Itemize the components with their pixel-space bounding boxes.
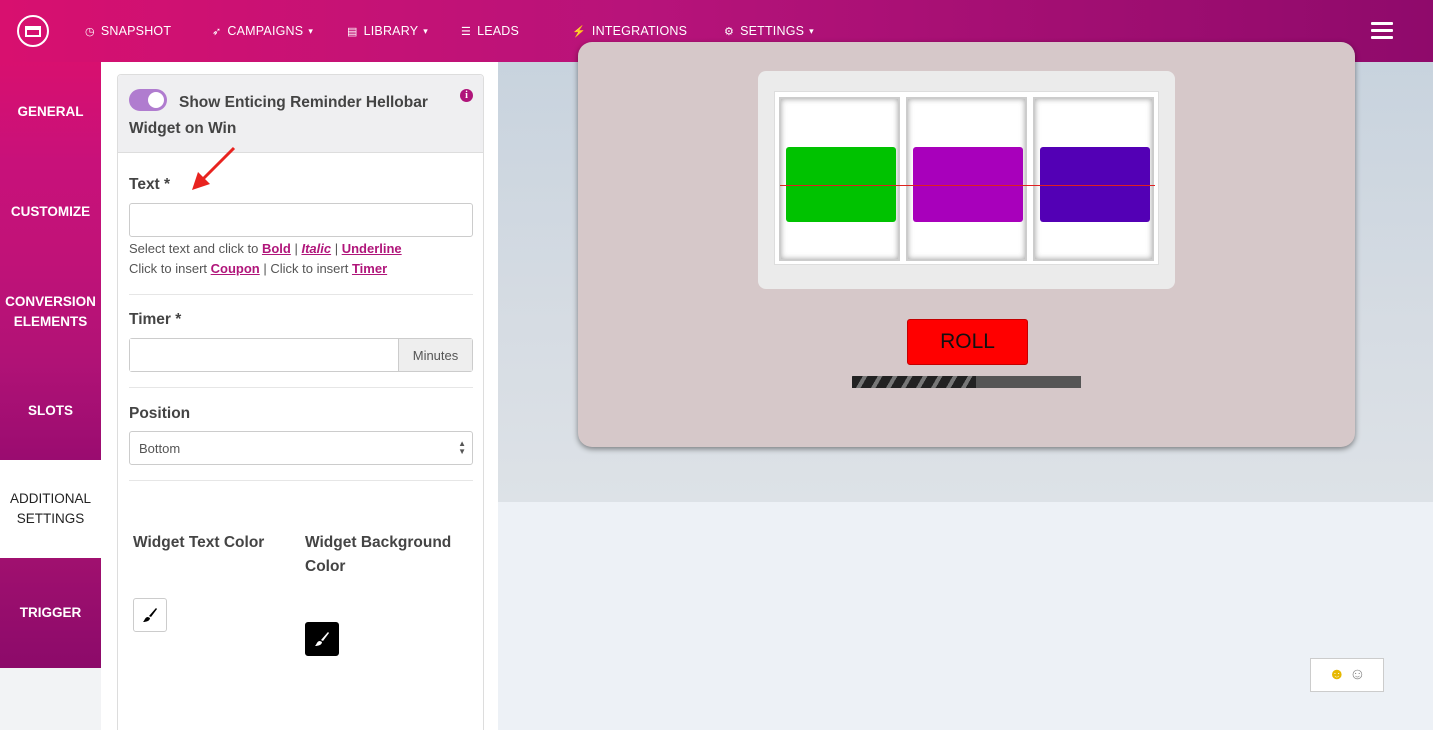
slot-machine (758, 71, 1175, 289)
help-separator: | (290, 241, 302, 256)
tab-additional-settings[interactable]: ADDITIONAL SETTINGS (0, 460, 101, 558)
minutes-addon: Minutes (398, 339, 472, 371)
annotation-arrow (192, 146, 236, 190)
progress-fill (852, 376, 976, 388)
tab-slots[interactable]: SLOTS (0, 362, 101, 460)
list-icon: ☰ (461, 25, 472, 38)
nav-settings-label: SETTINGS (740, 24, 805, 38)
sidebar: GENERAL CUSTOMIZE CONVERSION ELEMENTS SL… (0, 62, 101, 730)
formatting-help-line1: Select text and click to Bold | Italic |… (129, 241, 402, 256)
progress-bar (852, 376, 1081, 388)
timer-input[interactable] (130, 339, 398, 371)
paintbrush-icon (143, 608, 157, 622)
slot-game-card: ROLL (578, 42, 1355, 447)
text-field-label: Text * (129, 176, 171, 193)
tab-customize[interactable]: CUSTOMIZE (0, 162, 101, 262)
nav-snapshot[interactable]: ◷ SNAPSHOT (85, 0, 171, 62)
tab-general-label: GENERAL (17, 104, 84, 119)
slot-reel (906, 97, 1027, 261)
divider (129, 294, 473, 295)
nav-campaigns-label: CAMPAIGNS (227, 24, 304, 38)
paper-plane-icon: ➶ (212, 25, 222, 38)
dashboard-icon: ◷ (85, 25, 95, 38)
position-selected-value: Bottom (139, 440, 181, 456)
position-field-label: Position (129, 405, 191, 422)
tab-customize-label: CUSTOMIZE (10, 204, 91, 219)
hellobar-toggle-label: Show Enticing Reminder Hellobar Widget o… (129, 94, 428, 137)
preview-area: ROLL ☻ ☺ (498, 42, 1433, 730)
chevron-down-icon: ▾ (308, 25, 314, 36)
tab-trigger[interactable]: TRIGGER (0, 558, 101, 668)
slot-reel (779, 97, 900, 261)
formatting-help-line2: Click to insert Coupon | Click to insert… (129, 261, 387, 276)
hellobar-toggle-section: Show Enticing Reminder Hellobar Widget o… (118, 75, 483, 153)
chevron-down-icon: ▾ (423, 25, 428, 36)
help-separator: | (331, 241, 342, 256)
roll-button[interactable]: ROLL (907, 319, 1028, 365)
emoji-reaction-button[interactable]: ☻ ☺ (1310, 658, 1384, 692)
insert-timer-link[interactable]: Timer (352, 261, 387, 276)
cogs-icon: ⚙ (724, 25, 735, 38)
nav-library-label: LIBRARY (363, 24, 419, 38)
widget-text-color-label: Widget Text Color (133, 534, 265, 551)
italic-link[interactable]: Italic (301, 241, 331, 256)
settings-card: Show Enticing Reminder Hellobar Widget o… (117, 74, 484, 730)
divider (129, 387, 473, 388)
reels-frame (774, 91, 1159, 265)
nav-integrations-label: INTEGRATIONS (591, 24, 688, 38)
info-icon[interactable]: i (460, 89, 473, 102)
nav-snapshot-label: SNAPSHOT (100, 24, 172, 38)
nav-library[interactable]: ▤ LIBRARY ▾ (347, 0, 428, 62)
paintbrush-icon (315, 632, 329, 646)
help-mid: | Click to insert (259, 261, 352, 276)
tab-general[interactable]: GENERAL (0, 62, 101, 162)
app-logo[interactable] (17, 15, 49, 47)
tab-conversion-elements[interactable]: CONVERSION ELEMENTS (0, 262, 101, 362)
text-color-picker-button[interactable] (133, 598, 167, 632)
help-prefix: Select text and click to (129, 241, 262, 256)
smiley-icon: ☺ (1349, 666, 1366, 683)
insert-coupon-link[interactable]: Coupon (211, 261, 260, 276)
chevron-down-icon: ▾ (809, 25, 814, 36)
logo-mark-icon (25, 25, 41, 37)
tab-additional-settings-label: ADDITIONAL SETTINGS (9, 491, 91, 526)
bold-link[interactable]: Bold (262, 241, 291, 256)
text-input[interactable] (129, 203, 473, 237)
library-icon: ▤ (347, 25, 358, 38)
divider (129, 480, 473, 481)
tab-trigger-label: TRIGGER (19, 605, 82, 620)
widget-bg-color-label: Widget Background Color (305, 534, 452, 575)
nav-leads[interactable]: ☰ LEADS (461, 0, 519, 62)
settings-panel: Show Enticing Reminder Hellobar Widget o… (101, 62, 498, 730)
hamburger-menu-icon[interactable] (1371, 22, 1393, 40)
position-select[interactable]: Bottom ▲ ▼ (129, 431, 473, 465)
timer-input-group: Minutes (129, 338, 473, 372)
timer-field-label: Timer * (129, 311, 182, 328)
underline-link[interactable]: Underline (342, 241, 402, 256)
slot-reel (1033, 97, 1154, 261)
tab-slots-label: SLOTS (27, 403, 73, 418)
select-arrows-icon: ▲ ▼ (458, 439, 466, 456)
background-color-picker-button[interactable] (305, 622, 339, 656)
plug-icon: ⚡ (572, 25, 586, 38)
emoji-add-icon: ☻ (1328, 666, 1346, 683)
help-prefix: Click to insert (129, 261, 211, 276)
tab-conversion-elements-label: CONVERSION ELEMENTS (5, 294, 96, 329)
nav-leads-label: LEADS (477, 24, 520, 38)
payline (780, 185, 1155, 186)
nav-campaigns[interactable]: ➶ CAMPAIGNS ▾ (212, 0, 313, 62)
